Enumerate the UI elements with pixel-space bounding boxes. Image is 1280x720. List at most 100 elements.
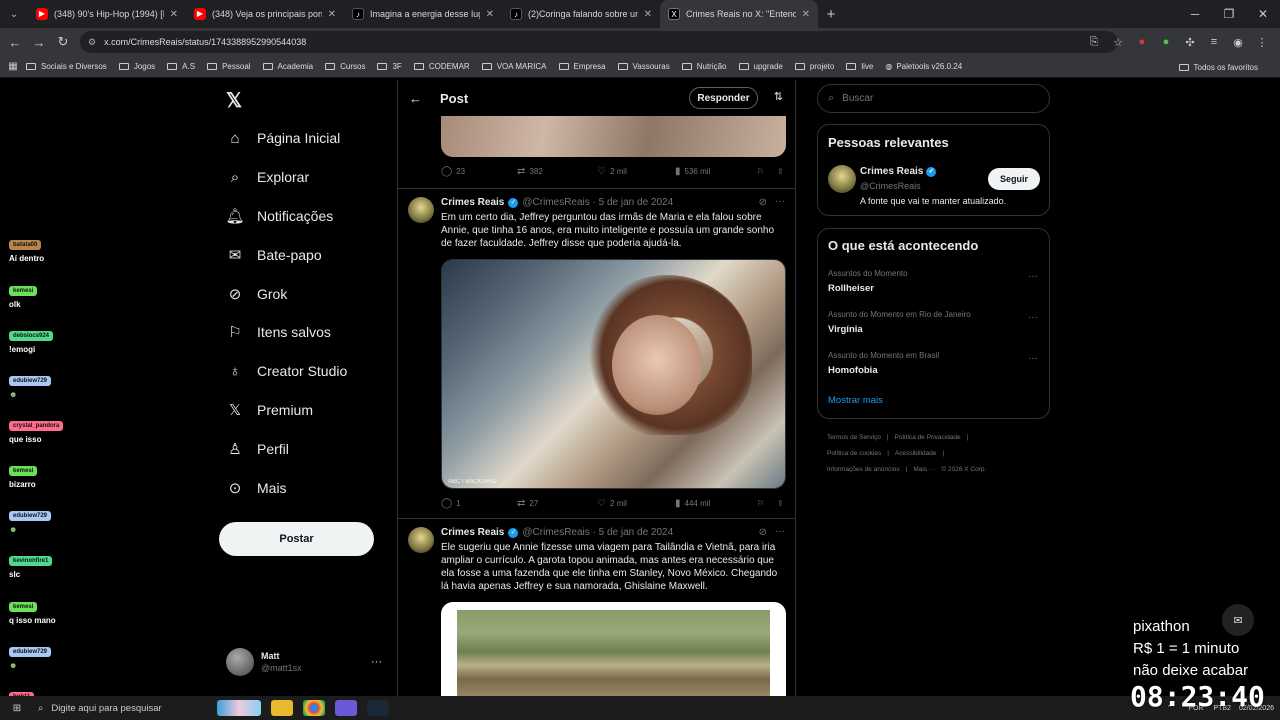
author-handle[interactable]: @CrimesReais (522, 527, 589, 538)
reply-action[interactable]: ◯ 1 (441, 498, 517, 509)
menu-icon[interactable]: ⋮ (1250, 36, 1274, 49)
tweet-photo[interactable]: ABC / BACKGRID (441, 259, 786, 489)
filter-icon[interactable]: ⇅ (774, 90, 783, 103)
tab-5-active[interactable]: X Crimes Reais no X: "Entenda o ✕ (660, 0, 818, 28)
widget-icon[interactable] (217, 700, 261, 716)
like-action[interactable]: ♡ 2 mil (597, 498, 675, 509)
cookies-link[interactable]: Política de cookies (827, 450, 881, 457)
trend-item[interactable]: Assunto do Momento em Brasil Homofobia ·… (828, 351, 1038, 376)
messages-drawer-icon[interactable]: ✉ (1222, 604, 1254, 636)
avatar[interactable] (408, 197, 434, 223)
author-name[interactable]: Crimes Reais (441, 197, 504, 208)
bookmark-folder[interactable]: Empresa (558, 62, 606, 71)
user-name[interactable]: Crimes Reais ✓ (860, 166, 937, 177)
repost-action[interactable]: ⇄ 27 (517, 498, 597, 509)
trend-item[interactable]: Assunto do Momento em Rio de Janeiro Vir… (828, 310, 1038, 335)
tab-3[interactable]: ♪ Imagina a energia desse lugar? ✕ (344, 0, 502, 28)
bookmark-folder[interactable]: live (846, 62, 873, 71)
nav-grok[interactable]: ⊘ Grok (226, 285, 288, 303)
more-icon[interactable]: ··· (1028, 271, 1038, 282)
bookmark-folder[interactable]: VOA MARICA (481, 62, 547, 71)
nav-profile[interactable]: ♙ Perfil (226, 440, 289, 458)
minimize-icon[interactable]: ─ (1178, 7, 1212, 21)
nav-explore[interactable]: ⌕ Explorar (226, 168, 309, 186)
bookmark-folder[interactable]: Pessoal (207, 62, 251, 71)
bookmark-icon[interactable]: ⚐ (757, 167, 777, 176)
nav-chat[interactable]: ✉ Bate-papo (226, 246, 322, 264)
bookmark-folder[interactable]: Vassouras (617, 62, 670, 71)
follow-button[interactable]: Seguir (988, 168, 1040, 190)
more-icon[interactable]: ··· (775, 196, 785, 207)
bookmark-folder[interactable]: Cursos (325, 62, 365, 71)
site-info-icon[interactable]: ⚙ (88, 37, 96, 48)
file-explorer-icon[interactable] (271, 700, 293, 716)
author-handle[interactable]: @CrimesReais (522, 197, 589, 208)
extensions-icon[interactable]: ✣ (1178, 36, 1202, 49)
tweet-photo[interactable] (441, 602, 786, 696)
like-action[interactable]: ♡ 2 mil (597, 166, 675, 177)
start-icon[interactable]: ⊞ (0, 703, 34, 714)
bookmark-folder[interactable]: projeto (794, 62, 834, 71)
tweet[interactable]: Crimes Reais ✓ @CrimesReais · 5 de jan de … (398, 188, 795, 518)
user-handle[interactable]: @CrimesReais (860, 181, 921, 191)
share-icon[interactable]: ⇪ (777, 167, 784, 176)
bookmark-link[interactable]: ◍ Paletools v26.0.24 (885, 62, 962, 71)
close-icon[interactable]: ✕ (170, 9, 178, 20)
search-input[interactable]: ⌕ Buscar (817, 84, 1050, 113)
back-arrow-icon[interactable]: ← (409, 91, 422, 106)
bookmark-folder[interactable]: upgrade (738, 62, 783, 71)
close-icon[interactable]: ✕ (644, 9, 652, 20)
bookmark-folder[interactable]: A.S (167, 62, 195, 71)
terms-link[interactable]: Termos de Serviço (827, 434, 881, 441)
bookmark-folder[interactable]: Jogos (118, 62, 155, 71)
more-icon[interactable]: ··· (371, 656, 382, 668)
tweet-date[interactable]: · 5 de jan de 2024 (593, 527, 674, 538)
more-icon[interactable]: ··· (775, 526, 785, 537)
trend-item[interactable]: Assuntos do Momento Rollheiser ··· (828, 269, 1038, 294)
tweet-date[interactable]: · 5 de jan de 2024 (593, 197, 674, 208)
avatar[interactable] (408, 527, 434, 553)
close-icon[interactable]: ✕ (328, 9, 336, 20)
discord-icon[interactable] (335, 700, 357, 716)
close-window-icon[interactable]: ✕ (1246, 7, 1280, 21)
bookmark-folder[interactable]: 3F (377, 62, 402, 71)
reload-icon[interactable]: ↻ (51, 34, 75, 50)
extension-green-icon[interactable]: ● (1154, 36, 1178, 48)
ads-info-link[interactable]: Informações de anúncios (827, 466, 900, 473)
grok-icon[interactable]: ⊘ (759, 197, 767, 208)
more-link[interactable]: Mais ··· (913, 466, 935, 473)
grok-icon[interactable]: ⊘ (759, 527, 767, 538)
repost-action[interactable]: ⇄ 382 (517, 166, 597, 177)
bookmark-icon[interactable]: ⚐ (757, 499, 777, 508)
nav-notifications[interactable]: 🔔︎ Notificações (225, 207, 333, 225)
close-icon[interactable]: ✕ (486, 9, 494, 20)
previous-post-image[interactable] (441, 116, 786, 157)
x-logo-icon[interactable]: 𝕏 (226, 88, 242, 113)
show-more-link[interactable]: Mostrar mais (828, 395, 883, 406)
address-bar[interactable]: ⚙ x.com/CrimesReais/status/1743388952990… (80, 31, 1118, 53)
nav-bookmarks[interactable]: ⚐ Itens salvos (226, 323, 331, 341)
media-icon[interactable]: ≡ (1202, 36, 1226, 48)
more-icon[interactable]: ··· (1028, 312, 1038, 323)
nav-premium[interactable]: 𝕏 Premium (226, 401, 313, 419)
nav-creator-studio[interactable]: ♁ Creator Studio (226, 362, 347, 380)
share-icon[interactable]: ⇪ (777, 499, 784, 508)
tab-search-icon[interactable]: ⌄ (0, 0, 28, 28)
reply-button[interactable]: Responder (689, 87, 758, 109)
author-name[interactable]: Crimes Reais (441, 527, 504, 538)
forward-icon[interactable]: → (27, 35, 51, 50)
tweet[interactable]: Crimes Reais ✓ @CrimesReais · 5 de jan de … (398, 518, 795, 696)
bookmark-folder[interactable]: Nutrição (681, 62, 727, 71)
account-switcher[interactable]: Matt @matt1sx ··· (226, 648, 386, 676)
restore-icon[interactable]: ❐ (1212, 7, 1246, 21)
views-action[interactable]: ▮ 444 mil (675, 498, 757, 509)
tab-2[interactable]: ▶ (348) Veja os principais pontos ✕ (186, 0, 344, 28)
tab-4[interactable]: ♪ (2)Coringa falando sobre um am ✕ (502, 0, 660, 28)
nav-home[interactable]: ⌂ Página Inicial (226, 129, 340, 147)
star-icon[interactable]: ☆ (1106, 36, 1130, 49)
all-bookmarks[interactable]: Todos os favoritos (1178, 56, 1258, 78)
post-button[interactable]: Postar (219, 522, 374, 556)
chrome-icon[interactable] (303, 700, 325, 716)
privacy-link[interactable]: Política de Privacidade (895, 434, 961, 441)
nav-more[interactable]: ⊙ Mais (226, 479, 287, 497)
